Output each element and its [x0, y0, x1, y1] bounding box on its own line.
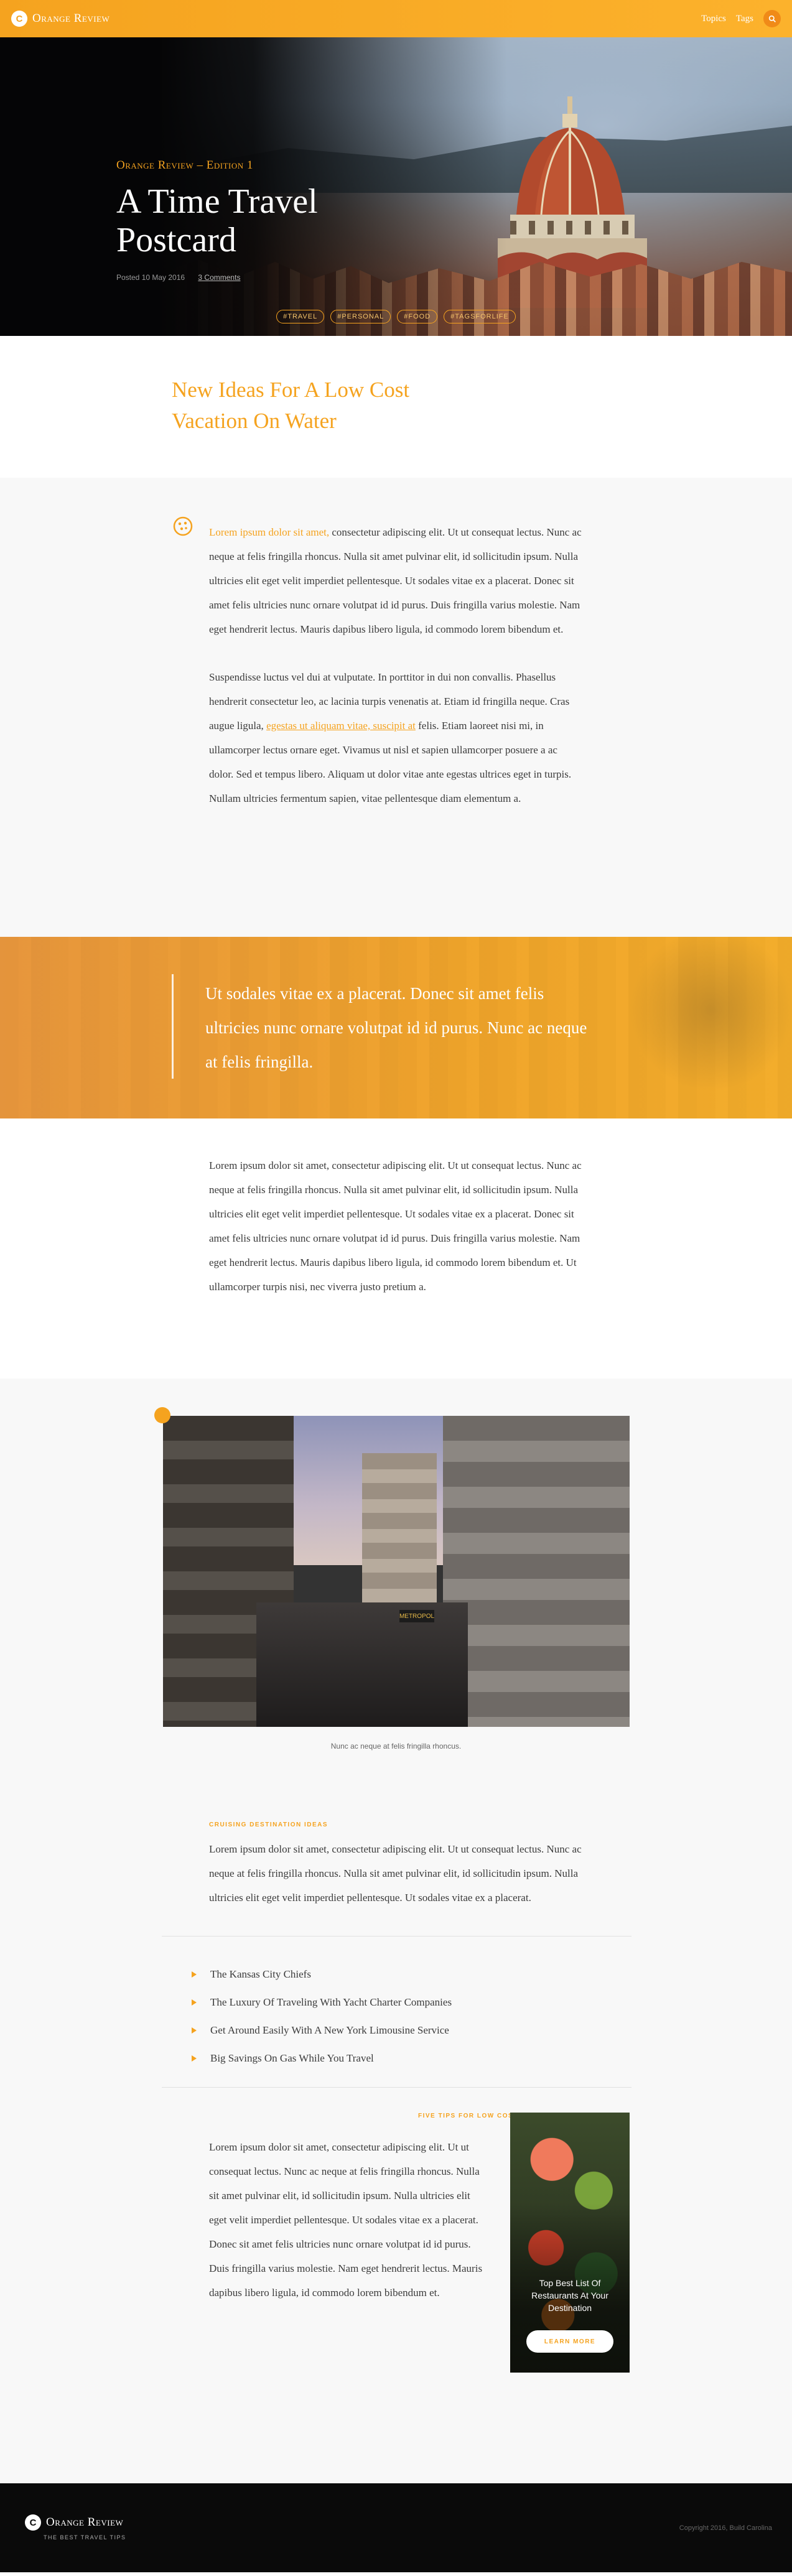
footer-brand-link[interactable]: C Orange Review	[25, 2514, 123, 2531]
search-button[interactable]	[763, 10, 781, 27]
pull-quote: Ut sodales vitae ex a placerat. Donec si…	[205, 984, 587, 1071]
hero-banner: Orange Review – Edition 1 A Time Travel …	[0, 37, 792, 336]
learn-more-button[interactable]: Learn More	[526, 2330, 613, 2353]
camera-badge-icon	[154, 1407, 170, 1423]
tips-paragraph: Lorem ipsum dolor sit amet, consectetur …	[209, 2141, 483, 2299]
post-date: Posted 10 May 2016	[116, 273, 185, 282]
divider	[162, 1936, 631, 1937]
intro-paragraph-2: Suspendisse luctus vel dui at vulputate.…	[209, 671, 572, 804]
intro-section: Lorem ipsum dolor sit amet, consectetur …	[0, 478, 792, 937]
tag-travel[interactable]: #Travel	[276, 310, 325, 323]
pizza-icon	[173, 516, 193, 536]
copyright-text: Copyright 2016, Build Carolina	[679, 2524, 772, 2532]
list-item[interactable]: Big Savings On Gas While You Travel	[192, 2044, 792, 2072]
edition-kicker: Orange Review – Edition 1	[116, 159, 253, 172]
brand-name: Orange Review	[32, 12, 110, 25]
tips-section: Five Tips For Low Cost Holidays Lorem ip…	[0, 2088, 792, 2483]
nav-link-topics[interactable]: Topics	[701, 14, 726, 24]
body-section: Lorem ipsum dolor sit amet, consectetur …	[0, 1118, 792, 1379]
tag-personal[interactable]: #Personal	[330, 310, 391, 323]
metro-sign: METROPOL	[399, 1610, 434, 1622]
ad-text: Top Best List Of Restaurants At Your Des…	[531, 2278, 608, 2313]
arrow-icon	[192, 2055, 197, 2062]
tag-tagsforlife[interactable]: #TagsForLife	[444, 310, 516, 323]
brand-logo-link[interactable]: C Orange Review	[11, 11, 109, 27]
lead-link[interactable]: Lorem ipsum dolor sit amet,	[209, 526, 329, 538]
list-item[interactable]: The Luxury Of Traveling With Yacht Chart…	[192, 1988, 792, 2016]
search-icon	[768, 15, 776, 22]
section-heading-block: New Ideas For A Low Cost Vacation On Wat…	[0, 336, 792, 478]
cruising-section: Cruising Destination Ideas Lorem ipsum d…	[0, 1782, 792, 2483]
arrow-icon	[192, 2027, 197, 2034]
footer-tagline: The Best Travel Tips	[44, 2534, 126, 2541]
tag-list: #Travel #Personal #Food #TagsForLife	[0, 310, 792, 323]
body-paragraph: Lorem ipsum dolor sit amet, consectetur …	[209, 1160, 582, 1293]
figure-caption: Nunc ac neque at felis fringilla rhoncus…	[330, 1742, 462, 1751]
footer-brand-name: Orange Review	[46, 2516, 124, 2529]
restaurant-ad-card: Top Best List Of Restaurants At Your Des…	[510, 2113, 630, 2373]
pull-quote-band: Ut sodales vitae ex a placerat. Donec si…	[0, 937, 792, 1118]
main-nav: Topics Tags	[701, 10, 781, 27]
site-footer: C Orange Review The Best Travel Tips Cop…	[0, 2483, 792, 2572]
arrow-icon	[192, 1971, 197, 1978]
section-title: New Ideas For A Low Cost Vacation On Wat…	[172, 378, 410, 433]
list-item[interactable]: The Kansas City Chiefs	[192, 1960, 792, 1988]
cruising-paragraph: Lorem ipsum dolor sit amet, consectetur …	[209, 1843, 582, 1904]
article-title: A Time Travel Postcard	[116, 182, 318, 259]
inline-link[interactable]: egestas ut aliquam vitae, suscipit at	[266, 720, 416, 732]
post-meta: Posted 10 May 2016 3 Comments	[116, 273, 378, 282]
list-item[interactable]: Get Around Easily With A New York Limous…	[192, 2016, 792, 2044]
quote-rule	[172, 974, 174, 1079]
tag-food[interactable]: #Food	[397, 310, 438, 323]
street-photo[interactable]: METROPOL	[163, 1416, 630, 1727]
comments-link[interactable]: 3 Comments	[198, 273, 240, 282]
article-link-list: The Kansas City Chiefs The Luxury Of Tra…	[192, 1960, 792, 2072]
cruising-eyebrow: Cruising Destination Ideas	[209, 1821, 328, 1828]
arrow-icon	[192, 1999, 197, 2006]
intro-paragraph-1: Lorem ipsum dolor sit amet, consectetur …	[209, 526, 582, 635]
intro-text: Lorem ipsum dolor sit amet, consectetur …	[209, 520, 582, 811]
logo-icon: C	[25, 2514, 41, 2531]
top-nav-bar: C Orange Review Topics Tags	[0, 0, 792, 37]
logo-icon: C	[11, 11, 27, 27]
nav-link-tags[interactable]: Tags	[736, 14, 753, 24]
figure-section: METROPOL Nunc ac neque at felis fringill…	[0, 1379, 792, 1782]
